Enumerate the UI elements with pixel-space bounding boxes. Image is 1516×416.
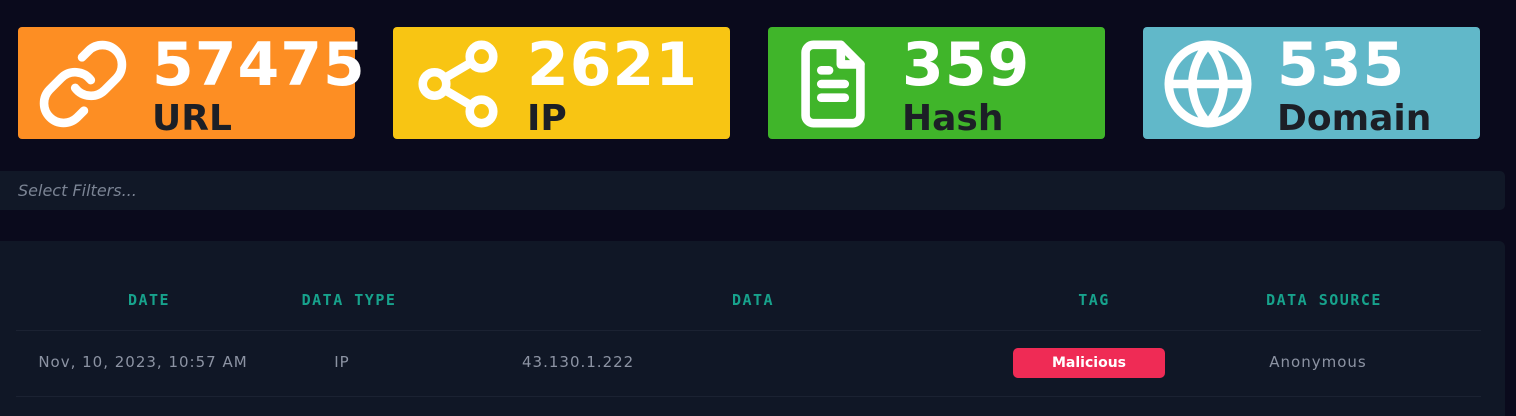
domain-label: Domain (1277, 98, 1432, 139)
hash-label: Hash (902, 98, 1004, 139)
stat-card-domain[interactable]: 535 Domain (1143, 27, 1480, 139)
stat-card-ip[interactable]: 2621 IP (393, 27, 730, 139)
url-label: URL (152, 98, 232, 139)
filter-placeholder: Select Filters... (18, 181, 137, 200)
domain-count: 535 (1277, 30, 1406, 100)
header-date[interactable]: DATE (128, 291, 170, 309)
row-data-source: Anonymous (1269, 353, 1367, 371)
row-date: Nov, 10, 2023, 10:57 AM (38, 353, 248, 371)
header-tag[interactable]: TAG (1078, 291, 1110, 309)
stats-cards: 57475 URL 2621 IP 359 Hash 535 Domain (18, 27, 1480, 139)
stat-card-hash[interactable]: 359 Hash (768, 27, 1105, 139)
filter-select[interactable]: Select Filters... (0, 171, 1505, 210)
row-data: 43.130.1.222 (522, 353, 635, 371)
table-header: DATE DATA TYPE DATA TAG DATA SOURCE (16, 277, 1481, 331)
share-icon (411, 37, 505, 131)
hash-count: 359 (902, 30, 1031, 100)
ip-label: IP (527, 98, 567, 139)
header-data[interactable]: DATA (732, 291, 774, 309)
document-icon (786, 37, 880, 131)
status-badge: Malicious (1013, 348, 1165, 378)
url-count: 57475 (152, 30, 366, 100)
globe-icon (1161, 37, 1255, 131)
header-data-type[interactable]: DATA TYPE (302, 291, 397, 309)
stat-card-url[interactable]: 57475 URL (18, 27, 365, 139)
ip-count: 2621 (527, 30, 698, 100)
table-row[interactable]: Nov, 10, 2023, 10:57 AM IP 43.130.1.222 … (16, 331, 1481, 397)
header-data-source[interactable]: DATA SOURCE (1266, 291, 1382, 309)
row-data-type: IP (334, 353, 350, 371)
data-table: DATE DATA TYPE DATA TAG DATA SOURCE Nov,… (0, 241, 1505, 416)
link-icon (36, 37, 130, 131)
